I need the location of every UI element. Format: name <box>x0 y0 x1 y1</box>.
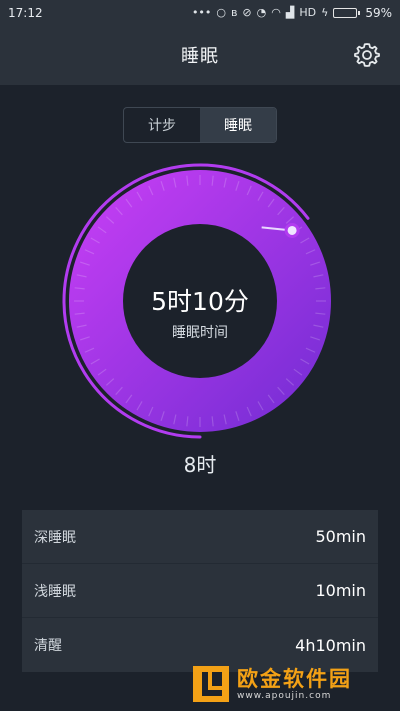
signal-icon: ▟ <box>285 6 295 19</box>
sleep-goal: 8时 <box>183 453 217 477</box>
bluetooth-icon: ʙ <box>231 6 238 19</box>
alarm-icon: ◔ <box>256 6 267 19</box>
stat-label: 深睡眠 <box>34 529 76 546</box>
stat-label: 浅睡眠 <box>34 583 76 600</box>
tab-sleep[interactable]: 睡眠 <box>200 108 276 142</box>
charging-icon: ϟ <box>321 6 329 19</box>
app-header: 睡眠 <box>0 25 400 85</box>
sleep-stats-list: 深睡眠 50min 浅睡眠 10min 清醒 4h10min <box>22 510 378 672</box>
sleep-duration: 5时10分 <box>151 287 249 316</box>
circle-icon: ○ <box>216 6 227 19</box>
tab-steps[interactable]: 计步 <box>124 108 200 142</box>
sleep-duration-label: 睡眠时间 <box>172 325 228 341</box>
status-bar: 17:12 ••• ○ ʙ ⊘ ◔ ◠ ▟ HD ϟ 59% <box>0 0 400 25</box>
watermark-url: www.apoujin.com <box>237 691 332 701</box>
mode-switch: 计步 睡眠 <box>123 107 277 143</box>
stat-label: 清醒 <box>34 638 62 654</box>
wifi-icon: ◠ <box>271 6 281 19</box>
page-title: 睡眠 <box>181 46 219 67</box>
list-item: 深睡眠 50min <box>22 510 378 564</box>
notification-dots-icon: ••• <box>191 6 212 19</box>
status-icons: ••• ○ ʙ ⊘ ◔ ◠ ▟ HD ϟ 59% <box>192 6 392 20</box>
watermark: 欧金软件园 www.apoujin.com <box>191 659 396 709</box>
stat-value: 50min <box>315 527 366 546</box>
battery-icon <box>333 7 361 18</box>
status-time: 17:12 <box>8 5 43 20</box>
watermark-title: 欧金软件园 <box>237 667 352 691</box>
silent-icon: ⊘ <box>242 6 252 19</box>
stat-value: 4h10min <box>295 635 366 655</box>
stat-value: 10min <box>315 581 366 600</box>
gear-icon[interactable] <box>354 42 380 68</box>
watermark-logo-icon <box>193 666 229 702</box>
network-type: HD <box>299 6 317 19</box>
battery-percent: 59% <box>365 5 392 20</box>
progress-handle <box>284 222 300 238</box>
list-item: 浅睡眠 10min <box>22 564 378 618</box>
